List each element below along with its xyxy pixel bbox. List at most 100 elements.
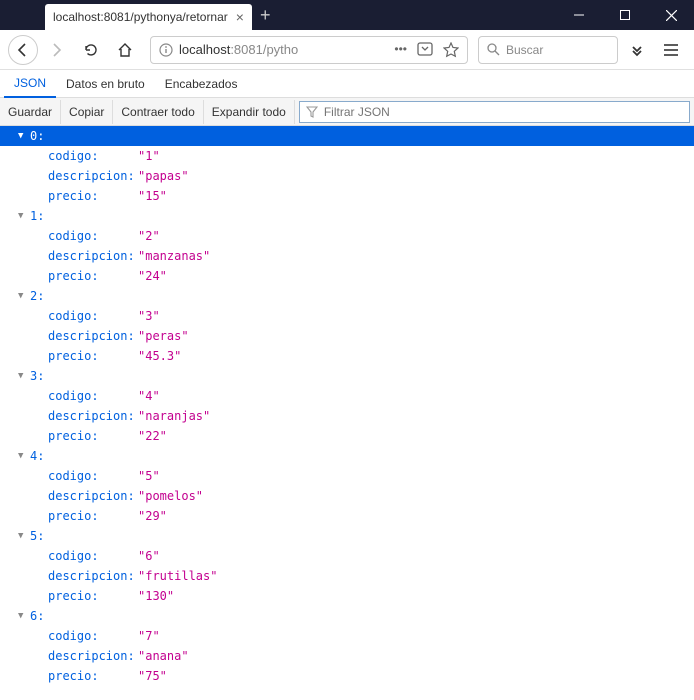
json-key: precio: (48, 266, 138, 286)
json-property-row[interactable]: codigo:"3" (0, 306, 694, 326)
reload-button[interactable] (76, 35, 106, 65)
json-value: "2" (138, 226, 160, 246)
json-property-row[interactable]: descripcion:"papas" (0, 166, 694, 186)
bookmark-star-icon[interactable] (443, 42, 459, 58)
json-array-item[interactable]: ▼2: (0, 286, 694, 306)
search-icon (487, 43, 500, 56)
json-value: "peras" (138, 326, 189, 346)
home-button[interactable] (110, 35, 140, 65)
json-value: "5" (138, 466, 160, 486)
search-bar[interactable]: Buscar (478, 36, 618, 64)
json-array-item[interactable]: ▼6: (0, 606, 694, 626)
json-array-item[interactable]: ▼0: (0, 126, 694, 146)
json-value: "naranjas" (138, 406, 210, 426)
browser-tab[interactable]: localhost:8081/pythonya/retornar × (45, 4, 252, 30)
expand-all-button[interactable]: Expandir todo (204, 100, 295, 124)
tab-headers[interactable]: Encabezados (155, 71, 248, 97)
json-key: codigo: (48, 546, 138, 566)
view-mode-tabs: JSON Datos en bruto Encabezados (0, 70, 694, 98)
overflow-button[interactable] (622, 35, 652, 65)
json-property-row[interactable]: codigo:"4" (0, 386, 694, 406)
json-key: precio: (48, 186, 138, 206)
array-index: 1: (30, 206, 44, 226)
filter-input-wrapper[interactable] (299, 101, 690, 123)
json-key: descripcion: (48, 166, 138, 186)
new-tab-button[interactable]: + (260, 5, 271, 26)
array-index: 0: (30, 126, 44, 146)
json-property-row[interactable]: descripcion:"naranjas" (0, 406, 694, 426)
json-key: codigo: (48, 386, 138, 406)
json-value: "24" (138, 266, 167, 286)
array-index: 5: (30, 526, 44, 546)
json-key: codigo: (48, 306, 138, 326)
json-key: precio: (48, 346, 138, 366)
tab-json[interactable]: JSON (4, 70, 56, 98)
json-property-row[interactable]: descripcion:"anana" (0, 646, 694, 666)
json-property-row[interactable]: codigo:"7" (0, 626, 694, 646)
json-toolbar: Guardar Copiar Contraer todo Expandir to… (0, 98, 694, 126)
close-window-button[interactable] (648, 0, 694, 30)
json-value: "anana" (138, 646, 189, 666)
json-array-item[interactable]: ▼3: (0, 366, 694, 386)
twisty-icon[interactable]: ▼ (18, 526, 28, 546)
json-value: "pomelos" (138, 486, 203, 506)
twisty-icon[interactable]: ▼ (18, 206, 28, 226)
copy-button[interactable]: Copiar (61, 100, 113, 124)
json-property-row[interactable]: precio:"29" (0, 506, 694, 526)
twisty-icon[interactable]: ▼ (18, 446, 28, 466)
json-key: precio: (48, 426, 138, 446)
array-index: 3: (30, 366, 44, 386)
tab-raw-data[interactable]: Datos en bruto (56, 71, 155, 97)
filter-input[interactable] (324, 105, 683, 119)
twisty-icon[interactable]: ▼ (18, 126, 28, 146)
url-text: localhost:8081/pytho (179, 42, 388, 57)
json-array-item[interactable]: ▼4: (0, 446, 694, 466)
json-property-row[interactable]: precio:"22" (0, 426, 694, 446)
json-key: descripcion: (48, 486, 138, 506)
json-array-item[interactable]: ▼1: (0, 206, 694, 226)
json-property-row[interactable]: descripcion:"manzanas" (0, 246, 694, 266)
json-property-row[interactable]: descripcion:"frutillas" (0, 566, 694, 586)
json-property-row[interactable]: codigo:"1" (0, 146, 694, 166)
back-button[interactable] (8, 35, 38, 65)
json-value: "1" (138, 146, 160, 166)
array-index: 6: (30, 606, 44, 626)
json-value: "frutillas" (138, 566, 217, 586)
json-key: descripcion: (48, 406, 138, 426)
forward-button[interactable] (42, 35, 72, 65)
json-property-row[interactable]: precio:"75" (0, 666, 694, 686)
twisty-icon[interactable]: ▼ (18, 366, 28, 386)
json-property-row[interactable]: codigo:"6" (0, 546, 694, 566)
json-tree[interactable]: ▼0:codigo:"1"descripcion:"papas"precio:"… (0, 126, 694, 700)
json-property-row[interactable]: precio:"15" (0, 186, 694, 206)
json-property-row[interactable]: precio:"45.3" (0, 346, 694, 366)
json-property-row[interactable]: codigo:"2" (0, 226, 694, 246)
twisty-icon[interactable]: ▼ (18, 606, 28, 626)
json-array-item[interactable]: ▼5: (0, 526, 694, 546)
array-index: 2: (30, 286, 44, 306)
json-property-row[interactable]: precio:"24" (0, 266, 694, 286)
json-value: "7" (138, 626, 160, 646)
json-property-row[interactable]: descripcion:"peras" (0, 326, 694, 346)
json-property-row[interactable]: precio:"130" (0, 586, 694, 606)
reader-icon[interactable] (417, 42, 433, 58)
collapse-all-button[interactable]: Contraer todo (113, 100, 203, 124)
menu-button[interactable] (656, 35, 686, 65)
filter-icon (306, 106, 318, 118)
address-bar[interactable]: localhost:8081/pytho ••• (150, 36, 468, 64)
json-value: "manzanas" (138, 246, 210, 266)
page-actions-icon[interactable]: ••• (394, 42, 407, 58)
json-value: "29" (138, 506, 167, 526)
twisty-icon[interactable]: ▼ (18, 286, 28, 306)
minimize-button[interactable] (556, 0, 602, 30)
tab-close-icon[interactable]: × (236, 9, 244, 25)
json-key: codigo: (48, 226, 138, 246)
json-value: "45.3" (138, 346, 181, 366)
maximize-button[interactable] (602, 0, 648, 30)
window-titlebar: localhost:8081/pythonya/retornar × + (0, 0, 694, 30)
info-icon[interactable] (159, 43, 173, 57)
json-key: codigo: (48, 626, 138, 646)
save-button[interactable]: Guardar (0, 100, 61, 124)
json-property-row[interactable]: descripcion:"pomelos" (0, 486, 694, 506)
json-property-row[interactable]: codigo:"5" (0, 466, 694, 486)
